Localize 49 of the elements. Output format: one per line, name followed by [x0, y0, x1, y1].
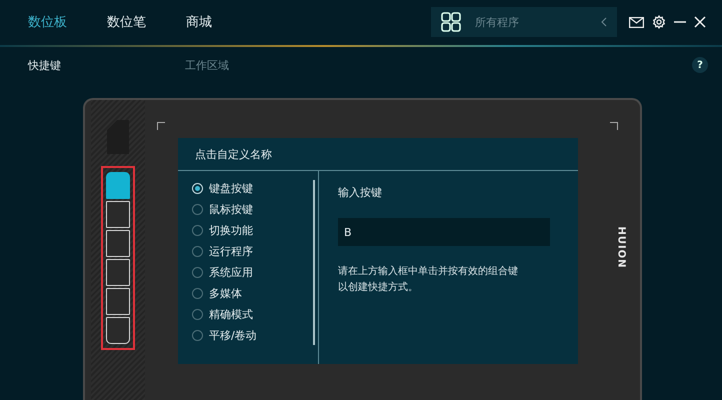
express-key[interactable] — [106, 288, 130, 315]
radio-option[interactable]: 系统应用 — [192, 264, 307, 280]
dialog-title: 点击自定义名称 — [178, 138, 578, 171]
option-label: 平移/卷动 — [209, 328, 257, 342]
input-label: 输入按键 — [338, 185, 383, 200]
radio-option[interactable]: 平移/卷动 — [192, 327, 307, 343]
corner-mark-icon — [610, 122, 618, 130]
nav-tab[interactable]: 数位板 — [28, 13, 67, 31]
sub-tab[interactable]: 工作区域 — [185, 58, 342, 72]
option-label: 切换功能 — [209, 222, 253, 238]
radio-icon[interactable] — [192, 204, 203, 214]
radio-icon[interactable] — [192, 330, 203, 340]
express-key[interactable] — [106, 230, 130, 257]
radio-icon[interactable] — [192, 288, 203, 298]
radio-option[interactable]: 切换功能 — [192, 222, 307, 238]
option-label: 多媒体 — [209, 286, 242, 300]
nav-tab[interactable]: 商城 — [186, 13, 212, 31]
option-label: 精确模式 — [209, 306, 253, 322]
radio-option[interactable]: 鼠标按键 — [192, 201, 307, 217]
scrollbar[interactable] — [313, 180, 315, 345]
search-field[interactable]: 所有程序 — [473, 14, 589, 30]
radio-icon[interactable] — [192, 308, 203, 320]
express-key[interactable] — [106, 259, 130, 286]
radio-icon[interactable] — [192, 246, 203, 256]
radio-option[interactable]: 多媒体 — [192, 285, 307, 301]
search-bar[interactable]: 所有程序 — [431, 7, 617, 37]
radio-icon[interactable] — [192, 224, 203, 236]
close-icon[interactable] — [694, 16, 706, 28]
grid-icon[interactable] — [441, 12, 461, 32]
option-label: 运行程序 — [209, 244, 253, 258]
mail-icon[interactable] — [629, 16, 644, 28]
sub-tab[interactable]: 快捷键 — [28, 58, 185, 72]
radio-option[interactable]: 精确模式 — [192, 306, 307, 322]
chevron-left-icon[interactable] — [601, 17, 607, 27]
option-label: 系统应用 — [209, 264, 253, 280]
settings-icon[interactable] — [652, 15, 666, 29]
nav-tab[interactable]: 数位笔 — [107, 13, 146, 31]
radio-option[interactable]: 运行程序 — [192, 243, 307, 259]
option-label: 键盘按键 — [209, 180, 253, 196]
option-label: 鼠标按键 — [209, 202, 253, 216]
express-key[interactable] — [106, 201, 130, 228]
brand-logo: HUION — [615, 226, 626, 269]
hint-text: 请在上方输入框中单击并按有效的组合键以创建快捷方式。 — [338, 264, 519, 295]
corner-mark-icon — [157, 122, 165, 130]
help-button[interactable]: ? — [692, 57, 708, 73]
radio-icon[interactable] — [192, 266, 203, 278]
express-key[interactable] — [106, 317, 130, 344]
key-input-field[interactable]: B — [338, 218, 550, 246]
radio-option[interactable]: 键盘按键 — [192, 180, 307, 196]
